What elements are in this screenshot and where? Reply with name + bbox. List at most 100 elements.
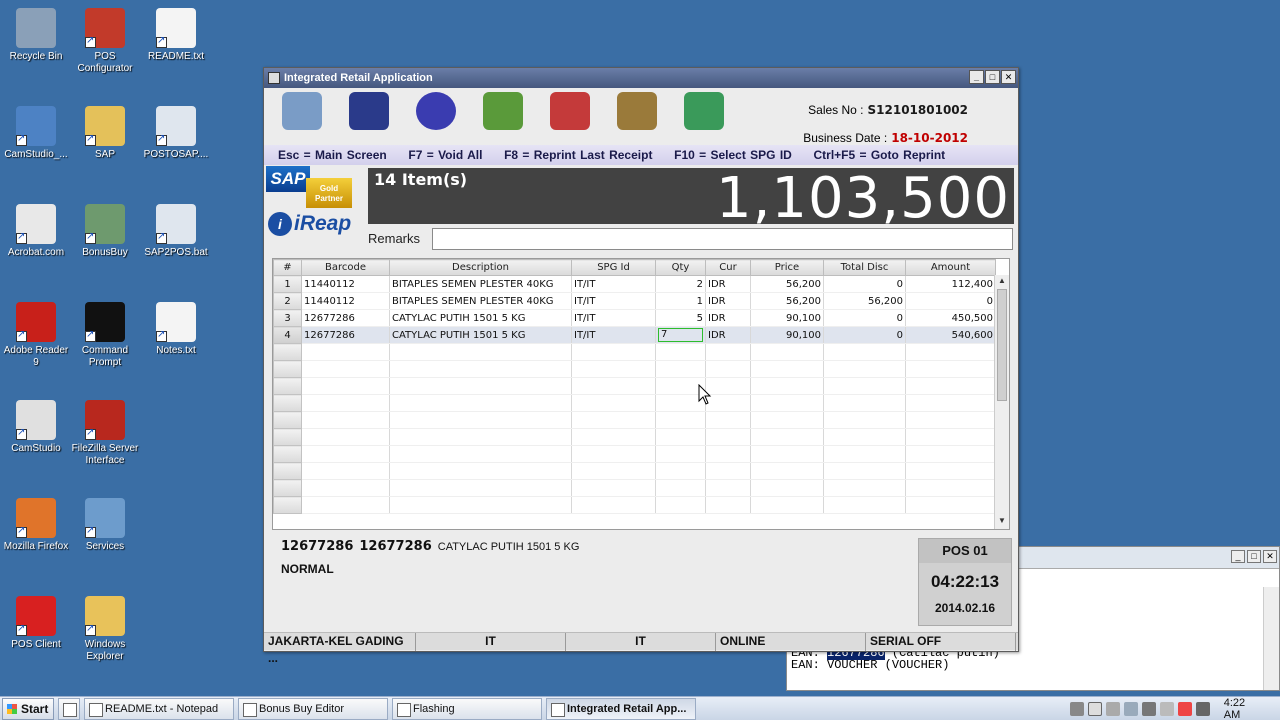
column-header[interactable]: Total Disc bbox=[823, 259, 906, 276]
cell-cur[interactable]: IDR bbox=[705, 309, 751, 327]
tray-display-icon[interactable] bbox=[1159, 702, 1174, 716]
scroll-up-icon[interactable]: ▲ bbox=[996, 276, 1008, 288]
tray-network-icon[interactable] bbox=[1123, 702, 1138, 716]
toolbar-discount-button[interactable] bbox=[536, 90, 603, 144]
cell-amount[interactable]: 540,600 bbox=[905, 326, 996, 344]
empty-row[interactable] bbox=[273, 394, 996, 412]
cell-desc[interactable]: BITAPLES SEMEN PLESTER 40KG bbox=[389, 292, 572, 310]
desktop-icon[interactable]: Services bbox=[69, 498, 141, 553]
desktop-icon[interactable]: POSTOSAP.... bbox=[140, 106, 212, 161]
cell-barcode[interactable]: 11440112 bbox=[301, 275, 390, 293]
table-row[interactable]: 1 11440112 BITAPLES SEMEN PLESTER 40KG IT/I… bbox=[273, 275, 996, 293]
empty-row[interactable] bbox=[273, 377, 996, 395]
toolbar-card-button[interactable] bbox=[670, 90, 737, 144]
tray-security-icon[interactable] bbox=[1177, 702, 1192, 716]
cell-cur[interactable]: IDR bbox=[705, 292, 751, 310]
tray-arrow-icon[interactable] bbox=[1069, 702, 1084, 716]
cell-price[interactable]: 56,200 bbox=[750, 292, 824, 310]
empty-row[interactable] bbox=[273, 360, 996, 378]
column-header[interactable]: Description bbox=[389, 259, 572, 276]
cell-disc[interactable]: 56,200 bbox=[823, 292, 906, 310]
taskbar-clock[interactable]: 4:22 AM bbox=[1224, 697, 1264, 720]
empty-row[interactable] bbox=[273, 462, 996, 480]
minimize-icon[interactable]: _ bbox=[969, 70, 984, 84]
cell-n[interactable]: 2 bbox=[273, 292, 302, 310]
sales-grid[interactable]: # Barcode Description SPG Id Qty Cur Price Tota… bbox=[272, 258, 1010, 530]
cell-qty[interactable]: 1 bbox=[655, 292, 706, 310]
cell-price[interactable]: 56,200 bbox=[750, 275, 824, 293]
taskbar-window-button[interactable]: Integrated Retail App... bbox=[546, 697, 696, 720]
cell-qty[interactable]: 5 bbox=[655, 309, 706, 327]
cell-amount[interactable]: 112,400 bbox=[905, 275, 996, 293]
desktop-icon[interactable]: POS Configurator bbox=[69, 8, 141, 75]
table-row[interactable]: 3 12677286 CATYLAC PUTIH 1501 5 KG IT/IT 5 ID… bbox=[273, 309, 996, 327]
column-header[interactable]: Cur bbox=[705, 259, 751, 276]
column-header[interactable]: Price bbox=[750, 259, 824, 276]
empty-row[interactable] bbox=[273, 445, 996, 463]
cell-cur[interactable]: IDR bbox=[705, 275, 751, 293]
desktop-icon[interactable]: SAP bbox=[69, 106, 141, 161]
cell-price[interactable]: 90,100 bbox=[750, 309, 824, 327]
desktop-icon[interactable]: Recycle Bin bbox=[0, 8, 72, 63]
tray-settings-icon[interactable] bbox=[1105, 702, 1120, 716]
toolbar-pause-button[interactable] bbox=[402, 90, 469, 144]
scroll-down-icon[interactable]: ▼ bbox=[996, 516, 1008, 528]
cell-barcode[interactable]: 12677286 bbox=[301, 309, 390, 327]
cell-desc[interactable]: CATYLAC PUTIH 1501 5 KG bbox=[389, 309, 572, 327]
cell-amount[interactable]: 450,500 bbox=[905, 309, 996, 327]
desktop-icon[interactable]: README.txt bbox=[140, 8, 212, 63]
desktop-icon[interactable]: SAP2POS.bat bbox=[140, 204, 212, 259]
toolbar-binoculars-button[interactable] bbox=[268, 90, 335, 144]
desktop-icon[interactable]: Acrobat.com bbox=[0, 204, 72, 259]
empty-row[interactable] bbox=[273, 343, 996, 361]
toolbar-money-button[interactable] bbox=[469, 90, 536, 144]
table-row[interactable]: 2 11440112 BITAPLES SEMEN PLESTER 40KG IT/I… bbox=[273, 292, 996, 310]
column-header[interactable]: Barcode bbox=[301, 259, 390, 276]
desktop-icon[interactable]: Adobe Reader 9 bbox=[0, 302, 72, 369]
remarks-input[interactable] bbox=[432, 228, 1013, 250]
tray-sound-icon[interactable] bbox=[1195, 702, 1210, 716]
restore-icon[interactable]: □ bbox=[985, 70, 1000, 84]
cell-n[interactable]: 3 bbox=[273, 309, 302, 327]
cell-spg[interactable]: IT/IT bbox=[571, 292, 656, 310]
cell-spg[interactable]: IT/IT bbox=[571, 309, 656, 327]
cell-disc[interactable]: 0 bbox=[823, 326, 906, 344]
desktop-icon[interactable]: CamStudio bbox=[0, 400, 72, 455]
scroll-thumb[interactable] bbox=[997, 289, 1007, 401]
empty-row[interactable] bbox=[273, 428, 996, 446]
desktop-icon[interactable]: Command Prompt bbox=[69, 302, 141, 369]
taskbar-window-button[interactable]: README.txt - Notepad bbox=[84, 697, 234, 720]
toolbar-exchange-button[interactable] bbox=[603, 90, 670, 144]
tray-window-icon[interactable] bbox=[1087, 702, 1102, 716]
column-header[interactable]: # bbox=[273, 259, 302, 276]
cell-barcode[interactable]: 11440112 bbox=[301, 292, 390, 310]
cell-barcode[interactable]: 12677286 bbox=[301, 326, 390, 344]
tray-volume-icon[interactable] bbox=[1141, 702, 1156, 716]
close-icon[interactable]: ✕ bbox=[1263, 550, 1277, 563]
column-header[interactable]: SPG Id bbox=[571, 259, 656, 276]
cell-disc[interactable]: 0 bbox=[823, 275, 906, 293]
cell-qty[interactable]: 2 bbox=[655, 275, 706, 293]
minimize-icon[interactable]: _ bbox=[1231, 550, 1245, 563]
cell-disc[interactable]: 0 bbox=[823, 309, 906, 327]
taskbar-window-button[interactable]: Bonus Buy Editor bbox=[238, 697, 388, 720]
toolbar-void-button[interactable] bbox=[335, 90, 402, 144]
notepad-scrollbar[interactable] bbox=[1263, 587, 1279, 690]
cell-n[interactable]: 1 bbox=[273, 275, 302, 293]
qty-edit-field[interactable]: 7 bbox=[658, 328, 703, 342]
maximize-icon[interactable]: □ bbox=[1247, 550, 1261, 563]
empty-row[interactable] bbox=[273, 479, 996, 497]
desktop-icon[interactable]: POS Client bbox=[0, 596, 72, 651]
column-header[interactable]: Qty bbox=[655, 259, 706, 276]
desktop-icon[interactable]: Notes.txt bbox=[140, 302, 212, 357]
cell-spg[interactable]: IT/IT bbox=[571, 326, 656, 344]
start-button[interactable]: Start bbox=[2, 697, 54, 720]
column-header[interactable]: Amount bbox=[905, 259, 996, 276]
desktop-icon[interactable]: Mozilla Firefox bbox=[0, 498, 72, 553]
pos-titlebar[interactable]: Integrated Retail Application _ □ ✕ bbox=[264, 68, 1018, 88]
desktop-icon[interactable]: BonusBuy bbox=[69, 204, 141, 259]
cell-desc[interactable]: CATYLAC PUTIH 1501 5 KG bbox=[389, 326, 572, 344]
cell-desc[interactable]: BITAPLES SEMEN PLESTER 40KG bbox=[389, 275, 572, 293]
empty-row[interactable] bbox=[273, 496, 996, 514]
firefox-quicklaunch-icon[interactable] bbox=[58, 697, 80, 720]
